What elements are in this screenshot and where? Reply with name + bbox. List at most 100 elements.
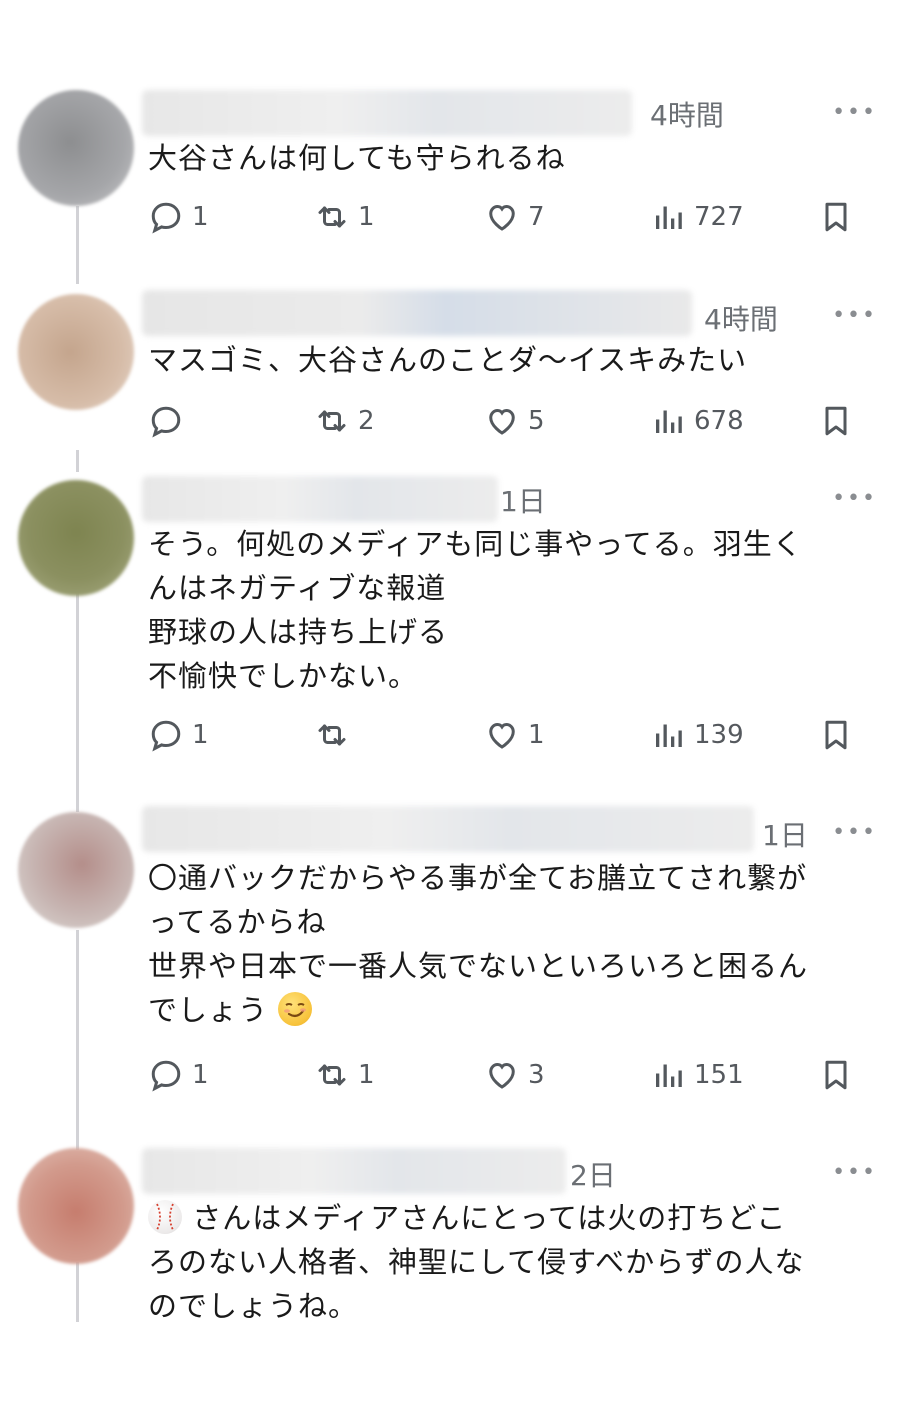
avatar[interactable] bbox=[18, 294, 134, 410]
thread-line bbox=[76, 590, 79, 812]
post-text-fragment: さんはメディアさんにとっては火の打ちどこ bbox=[192, 1201, 787, 1235]
views-button[interactable]: 727 bbox=[650, 192, 744, 242]
reply-button[interactable]: 1 bbox=[148, 192, 209, 242]
reply-count: 1 bbox=[192, 720, 209, 750]
avatar[interactable] bbox=[18, 812, 134, 928]
reply-icon bbox=[151, 202, 181, 234]
post-time: 4時間 bbox=[704, 303, 778, 336]
post-text-line: でしょう bbox=[148, 988, 868, 1032]
repost-button[interactable]: 1 bbox=[314, 192, 375, 242]
bookmark-icon bbox=[825, 202, 847, 232]
bookmark-icon bbox=[825, 1060, 847, 1090]
bookmark-button[interactable] bbox=[818, 710, 854, 760]
post-text: そう。何処のメディアも同じ事やってる。羽生く んはネガティブな報道 野球の人は持… bbox=[148, 522, 868, 698]
reply-icon bbox=[151, 1060, 181, 1092]
username-blurred[interactable] bbox=[142, 806, 754, 852]
post-text: マスゴミ、大谷さんのことダ～イスキみたい bbox=[148, 338, 868, 382]
views-button[interactable]: 678 bbox=[650, 396, 744, 446]
repost-icon bbox=[318, 410, 346, 432]
thread-line bbox=[76, 450, 79, 472]
repost-count: 2 bbox=[358, 406, 375, 436]
username-blurred[interactable] bbox=[142, 90, 632, 136]
post-time: 1日 bbox=[500, 485, 546, 518]
post-text: 〇通バックだからやる事が全てお膳立てされ繋が ってるからね 世界や日本で一番人気… bbox=[148, 856, 868, 1032]
bar-chart-icon bbox=[656, 1064, 682, 1087]
reply-icon bbox=[151, 406, 181, 438]
like-button[interactable]: 7 bbox=[484, 192, 545, 242]
post-text: さんはメディアさんにとっては火の打ちどこ ろのない人格者、神聖にして侵すべからず… bbox=[148, 1196, 868, 1328]
post-text-line: 〇通バックだからやる事が全てお膳立てされ繋が bbox=[148, 861, 808, 895]
more-options-icon[interactable]: ••• bbox=[832, 486, 877, 511]
more-options-icon[interactable]: ••• bbox=[832, 303, 877, 328]
post-text-line: 野球の人は持ち上げる bbox=[148, 615, 449, 649]
like-count: 7 bbox=[528, 202, 545, 232]
action-bar: 1 1 139 bbox=[0, 710, 907, 760]
more-options-icon[interactable]: ••• bbox=[832, 820, 877, 845]
post-time: 4時間 bbox=[650, 99, 724, 132]
username-blurred[interactable] bbox=[142, 1148, 566, 1194]
post-text-fragment: でしょう bbox=[148, 993, 269, 1027]
username-blurred[interactable] bbox=[142, 290, 692, 336]
reply-button[interactable] bbox=[148, 396, 192, 446]
more-options-icon[interactable]: ••• bbox=[832, 100, 877, 125]
heart-icon bbox=[489, 408, 515, 435]
bar-chart-icon bbox=[656, 410, 682, 433]
reply-icon bbox=[151, 720, 181, 752]
avatar[interactable] bbox=[18, 90, 134, 206]
like-button[interactable]: 1 bbox=[484, 710, 545, 760]
like-count: 5 bbox=[528, 406, 545, 436]
post-text-line: ってるからね bbox=[148, 905, 327, 939]
reply-count: 1 bbox=[192, 1060, 209, 1090]
repost-button[interactable]: 2 bbox=[314, 396, 375, 446]
post-text: 大谷さんは何しても守られるね bbox=[148, 136, 868, 180]
action-bar: 2 5 678 bbox=[0, 396, 907, 446]
view-count: 139 bbox=[694, 720, 744, 750]
post-text-line: んはネガティブな報道 bbox=[148, 571, 447, 605]
views-button[interactable]: 139 bbox=[650, 710, 744, 760]
post-text-line: 大谷さんは何しても守られるね bbox=[148, 141, 566, 175]
username-blurred[interactable] bbox=[142, 476, 498, 522]
view-count: 678 bbox=[694, 406, 744, 436]
reply-button[interactable]: 1 bbox=[148, 1050, 209, 1100]
more-options-icon[interactable]: ••• bbox=[832, 1160, 877, 1185]
baseball-icon bbox=[148, 1200, 182, 1234]
bookmark-icon bbox=[825, 406, 847, 436]
post-text-line: のでしょうね。 bbox=[148, 1289, 359, 1323]
heart-icon bbox=[489, 1062, 515, 1089]
avatar[interactable] bbox=[18, 1148, 134, 1264]
post-text-line: 世界や日本で一番人気でないといろいろと困るん bbox=[148, 949, 809, 983]
smirking-face-emoji-icon bbox=[278, 992, 313, 1026]
action-bar: 1 1 3 151 bbox=[0, 1050, 907, 1100]
post-text-line: さんはメディアさんにとっては火の打ちどこ bbox=[148, 1196, 868, 1240]
bookmark-button[interactable] bbox=[818, 396, 854, 446]
repost-icon bbox=[318, 206, 346, 228]
like-button[interactable]: 5 bbox=[484, 396, 545, 446]
post-text-line: 不愉快でしかない。 bbox=[148, 659, 419, 693]
thread-line bbox=[76, 930, 79, 1150]
repost-icon bbox=[318, 1064, 346, 1086]
bar-chart-icon bbox=[656, 724, 682, 747]
like-button[interactable]: 3 bbox=[484, 1050, 545, 1100]
like-count: 1 bbox=[528, 720, 545, 750]
post-time: 1日 bbox=[762, 819, 808, 852]
post-text-line: ろのない人格者、神聖にして侵すべからずの人な bbox=[148, 1245, 805, 1279]
bookmark-icon bbox=[825, 720, 847, 750]
view-count: 151 bbox=[694, 1060, 744, 1090]
repost-count: 1 bbox=[358, 202, 375, 232]
post-time: 2日 bbox=[570, 1159, 616, 1192]
view-count: 727 bbox=[694, 202, 744, 232]
heart-icon bbox=[489, 722, 515, 749]
reply-button[interactable]: 1 bbox=[148, 710, 209, 760]
views-button[interactable]: 151 bbox=[650, 1050, 744, 1100]
repost-button[interactable]: 1 bbox=[314, 1050, 375, 1100]
repost-button[interactable] bbox=[314, 710, 358, 760]
heart-icon bbox=[489, 204, 515, 231]
post-text-line: マスゴミ、大谷さんのことダ～イスキみたい bbox=[148, 343, 748, 377]
avatar[interactable] bbox=[18, 480, 134, 596]
reply-count: 1 bbox=[192, 202, 209, 232]
thread-line bbox=[76, 1262, 79, 1322]
bar-chart-icon bbox=[656, 206, 682, 229]
bookmark-button[interactable] bbox=[818, 192, 854, 242]
like-count: 3 bbox=[528, 1060, 545, 1090]
bookmark-button[interactable] bbox=[818, 1050, 854, 1100]
